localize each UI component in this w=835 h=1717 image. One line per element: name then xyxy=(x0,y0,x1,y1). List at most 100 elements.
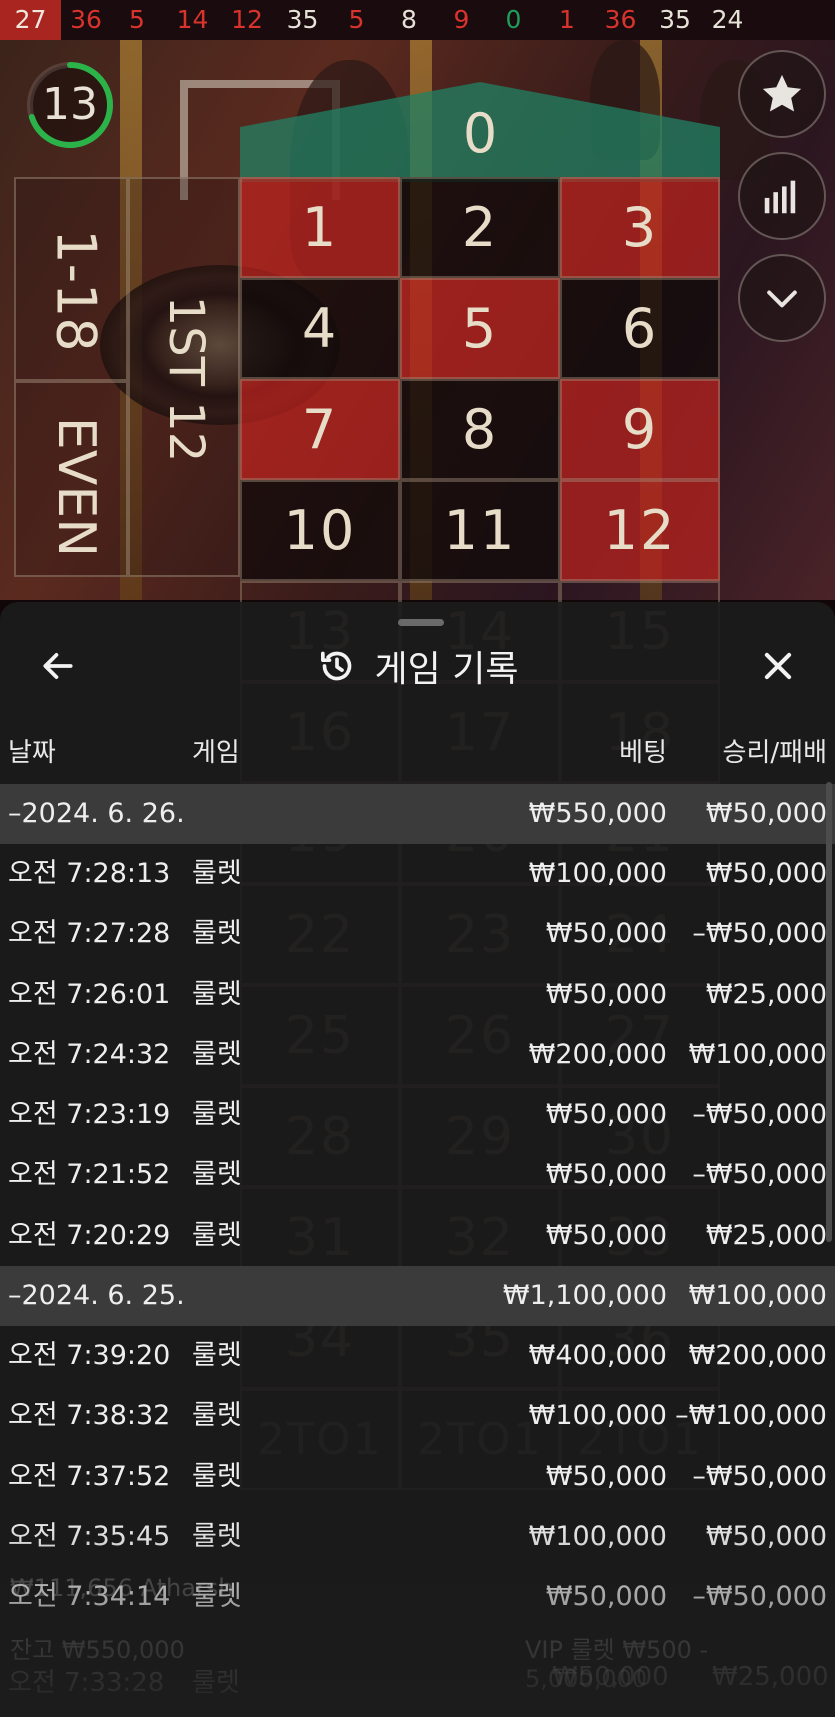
row-result: –₩50,000 xyxy=(692,1099,827,1131)
result-number: 35 xyxy=(659,5,691,34)
history-row[interactable]: 오전 7:34:14 룰렛 ₩50,000 –₩50,000 xyxy=(0,1567,835,1627)
result-number: 36 xyxy=(604,5,637,34)
row-game: 룰렛 xyxy=(192,1460,242,1492)
row-time: 오전 7:34:14 xyxy=(8,1581,171,1613)
column-header-bet: 베팅 xyxy=(619,738,667,768)
row-result: ₩25,000 xyxy=(705,978,827,1010)
bar-chart-icon xyxy=(764,180,796,214)
bet-spot-number[interactable]: 9 xyxy=(560,379,720,480)
star-icon xyxy=(762,74,802,112)
bet-spot-number[interactable]: 10 xyxy=(240,480,400,581)
history-row[interactable]: 오전 7:23:19 룰렛 ₩50,000 –₩50,000 xyxy=(0,1085,835,1145)
statistics-button[interactable] xyxy=(738,152,826,240)
row-time: 오전 7:23:19 xyxy=(8,1099,171,1131)
row-bet: ₩100,000 xyxy=(528,858,667,889)
date-group-row[interactable]: –2024. 6. 25. ₩1,100,000 ₩100,000 xyxy=(0,1266,835,1327)
group-result-total: ₩100,000 xyxy=(688,1280,827,1312)
result-number: 14 xyxy=(176,5,209,34)
group-result-total: ₩50,000 xyxy=(705,798,827,829)
bet-spot-number[interactable]: 12 xyxy=(560,480,720,581)
row-bet: ₩50,000 xyxy=(545,1099,667,1131)
history-row[interactable]: 오전 7:28:13 룰렛 ₩100,000 ₩50,000 xyxy=(0,844,835,904)
result-number: 5 xyxy=(129,5,145,34)
bet-spot-number[interactable]: 11 xyxy=(400,480,560,581)
bet-spot-number[interactable]: 7 xyxy=(240,379,400,480)
result-number: 1 xyxy=(559,5,575,34)
close-button[interactable] xyxy=(752,640,804,692)
row-result: ₩200,000 xyxy=(688,1340,827,1372)
row-bet: ₩50,000 xyxy=(545,1219,667,1251)
result-number: 35 xyxy=(286,5,319,34)
history-row[interactable]: 오전 7:24:32 룰렛 ₩200,000 ₩100,000 xyxy=(0,1025,835,1085)
history-row[interactable]: 오전 7:26:01 룰렛 ₩50,000 ₩25,000 xyxy=(0,965,835,1025)
row-bet: ₩50,000 xyxy=(545,1159,667,1191)
bet-spot-number[interactable]: 6 xyxy=(560,278,720,379)
row-time: 오전 7:21:52 xyxy=(8,1159,171,1191)
row-game: 룰렛 xyxy=(192,1581,242,1613)
bet-spot-number[interactable]: 1 xyxy=(240,177,400,278)
column-header-game: 게임 xyxy=(192,738,240,768)
zero-label: 0 xyxy=(462,102,498,165)
bet-spot-even[interactable]: EVEN xyxy=(14,381,128,577)
history-table-body[interactable]: –2024. 6. 26. ₩550,000 ₩50,000 오전 7:28:13 룰렛… xyxy=(0,784,835,1628)
bet-spot-number[interactable]: 5 xyxy=(400,278,560,379)
dozen-label: 1ST 12 xyxy=(158,295,214,463)
history-row[interactable]: 오전 7:21:52 룰렛 ₩50,000 –₩50,000 xyxy=(0,1145,835,1205)
row-result: –₩50,000 xyxy=(692,918,827,950)
row-game: 룰렛 xyxy=(192,1340,242,1372)
row-time: 오전 7:26:01 xyxy=(8,978,171,1010)
history-row[interactable]: 오전 7:39:20 룰렛 ₩400,000 ₩200,000 xyxy=(0,1326,835,1386)
row-result: ₩25,000 xyxy=(705,1219,827,1251)
bet-spot-number[interactable]: 8 xyxy=(400,379,560,480)
close-icon xyxy=(764,652,792,680)
bet-spot-zero[interactable]: 0 xyxy=(240,82,720,182)
panel-header: 게임 기록 xyxy=(0,640,835,692)
history-row[interactable]: 오전 7:35:45 룰렛 ₩100,000 ₩50,000 xyxy=(0,1507,835,1567)
row-time: 오전 7:35:45 xyxy=(8,1520,171,1552)
collapse-button[interactable] xyxy=(738,254,826,342)
history-row[interactable]: 오전 7:20:29 룰렛 ₩50,000 ₩25,000 xyxy=(0,1206,835,1266)
row-result: ₩100,000 xyxy=(688,1038,827,1070)
row-bet: ₩100,000 xyxy=(528,1400,667,1432)
history-row[interactable]: 오전 7:37:52 룰렛 ₩50,000 –₩50,000 xyxy=(0,1447,835,1507)
favorite-button[interactable] xyxy=(738,50,826,138)
row-bet: ₩100,000 xyxy=(528,1520,667,1552)
row-game: 룰렛 xyxy=(192,1038,242,1070)
row-game: 룰렛 xyxy=(192,1520,242,1552)
drag-handle[interactable] xyxy=(398,619,444,626)
bet-spot-number[interactable]: 2 xyxy=(400,177,560,278)
row-bet: ₩50,000 xyxy=(545,1460,667,1492)
bet-spot-1-18[interactable]: 1-18 xyxy=(14,177,128,381)
row-time: 오전 7:39:20 xyxy=(8,1340,171,1372)
date-group-row[interactable]: –2024. 6. 26. ₩550,000 ₩50,000 xyxy=(0,784,835,844)
history-row[interactable]: 오전 7:27:28 룰렛 ₩50,000 –₩50,000 xyxy=(0,904,835,964)
result-number: 27 xyxy=(0,0,61,40)
row-game: 룰렛 xyxy=(192,858,242,889)
timer-seconds: 13 xyxy=(42,79,98,130)
row-result: ₩50,000 xyxy=(705,1520,827,1552)
betting-timer: 13 xyxy=(25,60,115,150)
row-bet: ₩50,000 xyxy=(545,918,667,950)
history-row[interactable]: 오전 7:38:32 룰렛 ₩100,000 –₩100,000 xyxy=(0,1386,835,1446)
history-row-partial-result: ₩25,000 xyxy=(712,1662,829,1692)
bet-spot-number[interactable]: 3 xyxy=(560,177,720,278)
bet-spot-number[interactable]: 4 xyxy=(240,278,400,379)
group-bet-total: ₩550,000 xyxy=(528,798,667,829)
result-number: 8 xyxy=(401,5,417,34)
row-game: 룰렛 xyxy=(192,918,242,950)
row-time: 오전 7:28:13 xyxy=(8,858,171,889)
result-number: 9 xyxy=(453,5,470,34)
total-bet-text: 잔고 ₩550,000 xyxy=(10,1636,185,1664)
row-result: –₩50,000 xyxy=(692,1460,827,1492)
history-table-header: 날짜 게임 베팅 승리/패배 xyxy=(0,732,835,776)
group-date: –2024. 6. 25. xyxy=(8,1280,185,1312)
chevron-down-icon xyxy=(767,290,797,308)
scrollbar[interactable] xyxy=(826,782,832,1242)
history-row-partial-game: 룰렛 xyxy=(192,1668,240,1698)
row-game: 룰렛 xyxy=(192,978,242,1010)
history-row-partial-bet: ₩50,000 xyxy=(552,1662,669,1692)
row-time: 오전 7:20:29 xyxy=(8,1219,171,1251)
bet-spot-1st-12[interactable]: 1ST 12 xyxy=(128,177,240,577)
result-number: 36 xyxy=(70,5,102,34)
history-row-partial-time: 오전 7:33:28 xyxy=(8,1668,165,1698)
